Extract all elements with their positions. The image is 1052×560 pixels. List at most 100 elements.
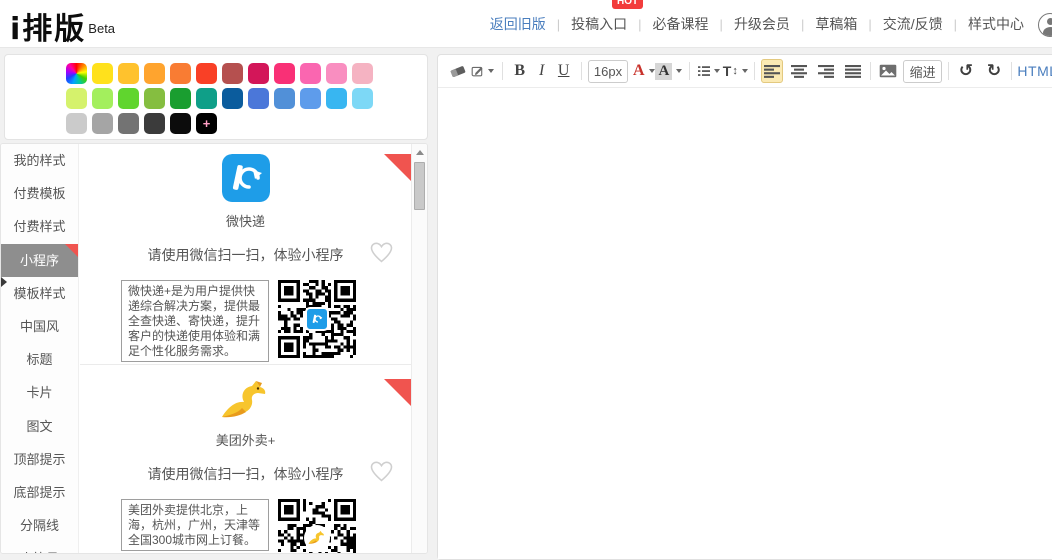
user-avatar-icon[interactable] [1038, 13, 1052, 37]
card-list-scrollbar[interactable] [411, 144, 427, 553]
sidebar-item-titles[interactable]: 标题 [1, 343, 78, 376]
align-justify-button[interactable] [842, 59, 864, 83]
color-swatch[interactable] [326, 63, 347, 84]
color-swatch[interactable] [248, 88, 269, 109]
align-right-button[interactable] [815, 59, 837, 83]
sidebar-item-cards[interactable]: 卡片 [1, 376, 78, 409]
nav-feedback[interactable]: 交流/反馈 [883, 14, 943, 34]
chevron-down-icon [648, 69, 655, 73]
color-swatch[interactable] [144, 63, 165, 84]
swatch-row-1 [66, 63, 427, 84]
app-icon-meituan [80, 379, 411, 423]
chevron-down-icon [741, 69, 748, 73]
nav-upgrade-member[interactable]: 升级会员 [734, 14, 790, 34]
underline-button[interactable]: U [553, 59, 575, 83]
align-right-icon [818, 64, 835, 78]
sidebar-item-bottom-tips[interactable]: 底部提示 [1, 476, 78, 509]
align-center-button[interactable] [788, 59, 810, 83]
italic-button[interactable]: I [531, 59, 553, 83]
html-source-button[interactable]: HTML [1017, 59, 1052, 83]
background-color-dropdown[interactable]: A [655, 59, 683, 83]
line-height-icon: T [722, 63, 732, 79]
insert-image-button[interactable] [877, 59, 899, 83]
color-swatch[interactable] [92, 63, 113, 84]
nav-submit-entry[interactable]: 投稿入口 HOT [571, 0, 644, 34]
add-custom-color-button[interactable]: + [196, 113, 217, 134]
miniprogram-card-weikuaidi[interactable]: 微快递 请使用微信扫一扫，体验小程序 微快递+是为用户提供快递综合解决方案，提供… [80, 154, 411, 365]
toolbar-divider [501, 62, 503, 80]
nav-drafts[interactable]: 草稿箱 [815, 14, 857, 34]
card-body: 美团外卖提供北京，上海，杭州，广州，天津等全国300城市网上订餐。 [121, 499, 411, 553]
sidebar-item-image-text[interactable]: 图文 [1, 410, 78, 443]
nav-style-center[interactable]: 样式中心 [968, 14, 1024, 34]
align-left-icon [764, 64, 781, 78]
sidebar-item-miniprogram[interactable]: 小程序 [1, 243, 78, 277]
miniprogram-card-meituan[interactable]: 美团外卖+ 请使用微信扫一扫，体验小程序 美团外卖提供北京，上海，杭州，广州，天… [80, 379, 411, 553]
favorite-heart-icon[interactable] [369, 241, 394, 267]
sidebar-item-chinese-style[interactable]: 中国风 [1, 310, 78, 343]
sidebar-item-small-symbols[interactable]: 小符号 [1, 542, 78, 553]
bold-button[interactable]: B [509, 59, 531, 83]
nav-required-courses[interactable]: 必备课程 [653, 14, 709, 34]
color-swatch[interactable] [196, 88, 217, 109]
color-swatch[interactable] [170, 88, 191, 109]
color-swatch[interactable] [92, 88, 113, 109]
font-size-selector[interactable]: 16px [587, 59, 629, 83]
sidebar-item-paid-templates[interactable]: 付费模板 [1, 177, 78, 210]
scrollbar-thumb[interactable] [414, 162, 425, 210]
rainbow-color-picker-icon[interactable] [66, 63, 87, 84]
color-swatch[interactable] [248, 63, 269, 84]
scrollbar-up-button[interactable] [412, 144, 427, 160]
nav-separator: | [953, 16, 957, 32]
weikuaidi-logo-icon [221, 154, 270, 202]
sidebar-item-paid-styles[interactable]: 付费样式 [1, 210, 78, 243]
align-left-button[interactable] [761, 59, 784, 83]
clear-format-eraser-button[interactable] [447, 59, 469, 83]
favorite-heart-icon[interactable] [369, 460, 394, 486]
list-style-dropdown[interactable] [696, 59, 723, 83]
eraser-icon [450, 66, 466, 78]
color-swatch[interactable] [118, 113, 139, 134]
swatch-row-3: + [66, 113, 427, 134]
color-swatch[interactable] [326, 88, 347, 109]
chevron-down-icon [676, 69, 683, 73]
color-swatch[interactable] [352, 63, 373, 84]
color-swatch[interactable] [274, 88, 295, 109]
style-list-panel: 我的样式 付费模板 付费样式 小程序 模板样式 中国风 标题 卡片 图文 顶部提… [0, 143, 428, 554]
color-swatch[interactable] [196, 63, 217, 84]
color-swatch[interactable] [222, 63, 243, 84]
color-swatch[interactable] [92, 113, 113, 134]
color-swatch[interactable] [300, 63, 321, 84]
align-justify-icon [845, 64, 862, 78]
color-swatch[interactable] [66, 113, 87, 134]
editor-content-area[interactable] [438, 89, 1052, 559]
redo-button[interactable]: ↻ [983, 59, 1005, 83]
color-swatch[interactable] [170, 113, 191, 134]
color-swatch[interactable] [118, 63, 139, 84]
color-swatch[interactable] [118, 88, 139, 109]
sidebar-item-top-tips[interactable]: 顶部提示 [1, 443, 78, 476]
sidebar-item-my-styles[interactable]: 我的样式 [1, 144, 78, 177]
sidebar-item-template-styles[interactable]: 模板样式 [1, 277, 78, 310]
color-swatch[interactable] [170, 63, 191, 84]
sidebar-item-dividers[interactable]: 分隔线 [1, 509, 78, 542]
format-brush-dropdown[interactable] [469, 59, 496, 83]
app-icon-weikuaidi [80, 154, 411, 204]
line-height-dropdown[interactable]: T ↕ [722, 59, 748, 83]
nav-separator: | [868, 16, 872, 32]
editor-panel: B I U 16px A A T ↕ 缩进 ↺ ↻ HTM [437, 54, 1052, 560]
qr-code-meituan [278, 499, 356, 553]
color-swatch[interactable] [274, 63, 295, 84]
color-swatch[interactable] [144, 113, 165, 134]
app-logo[interactable]: i排版 Beta [10, 4, 115, 48]
font-color-dropdown[interactable]: A [632, 59, 655, 83]
color-swatch[interactable] [144, 88, 165, 109]
nav-back-to-old[interactable]: 返回旧版 [490, 14, 546, 34]
color-swatch[interactable] [66, 88, 87, 109]
indent-button[interactable]: 缩进 [903, 59, 942, 83]
color-swatch[interactable] [300, 88, 321, 109]
color-swatch[interactable] [222, 88, 243, 109]
font-color-icon: A [632, 62, 645, 79]
color-swatch[interactable] [352, 88, 373, 109]
undo-button[interactable]: ↺ [955, 59, 977, 83]
